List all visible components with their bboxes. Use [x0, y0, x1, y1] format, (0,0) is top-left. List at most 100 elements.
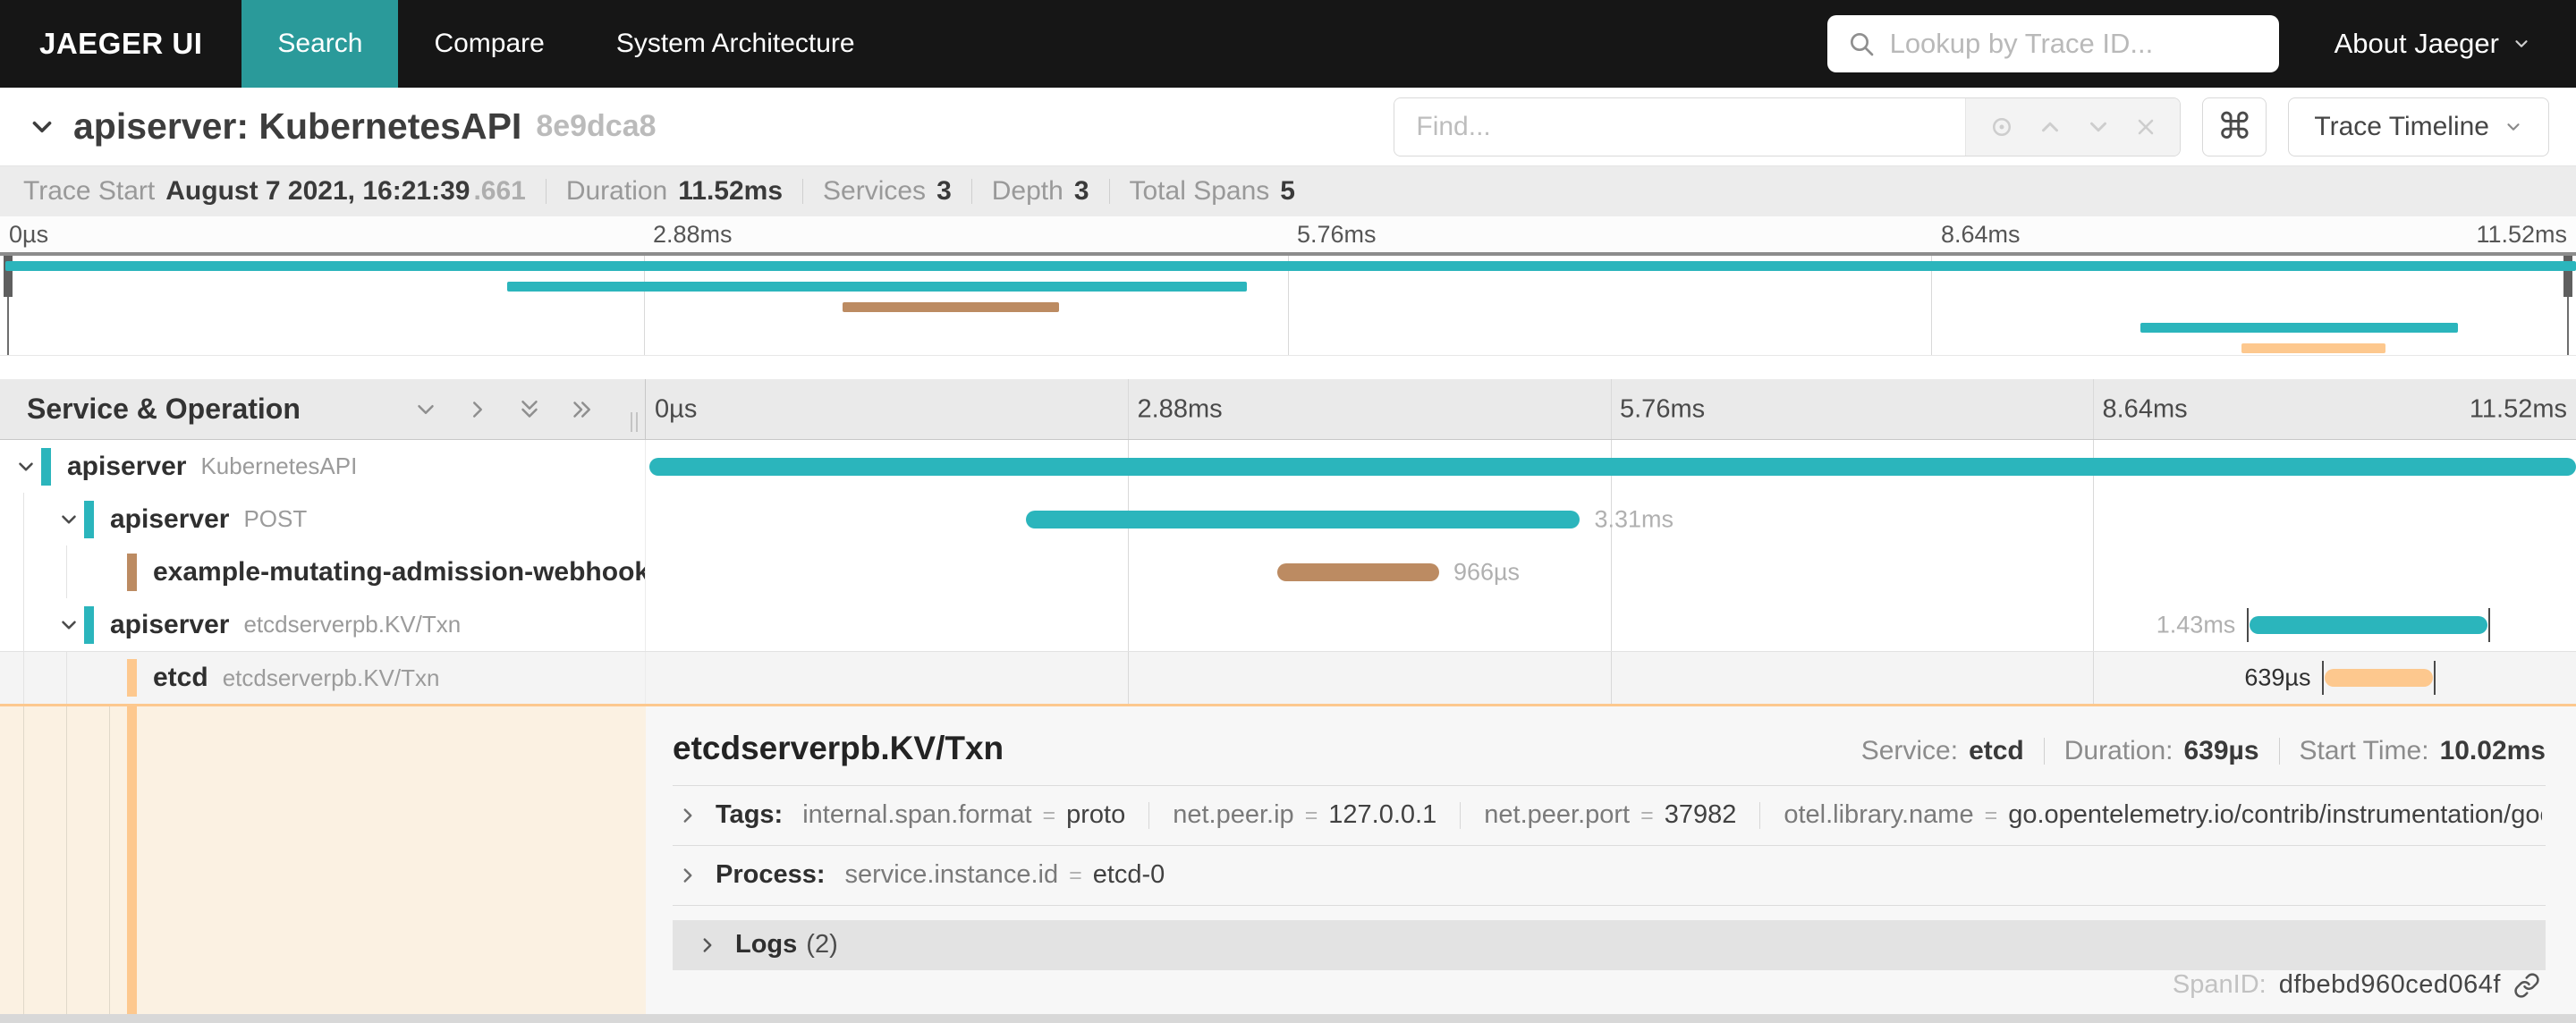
- span-timeline-cell: 1.43ms: [646, 598, 2576, 651]
- span-service-name: example-mutating-admission-webhook...: [153, 556, 646, 587]
- expand-all-icon[interactable]: [516, 396, 543, 423]
- span-service-name: etcd: [153, 663, 208, 692]
- trace-lookup-box[interactable]: [1826, 15, 2279, 72]
- chevron-right-icon: [696, 934, 719, 957]
- summary-item: Duration 11.52ms: [566, 176, 783, 207]
- tree-guide-line: [23, 545, 24, 598]
- detail-meta-label: Service:: [1860, 736, 1959, 765]
- expand-one-icon[interactable]: [412, 396, 439, 423]
- kv-value: go.opentelemetry.io/contrib/instrumentat…: [2008, 800, 2542, 830]
- minimap-canvas[interactable]: [0, 252, 2576, 356]
- tree-guide-line: [23, 706, 24, 1014]
- caret-down-icon: [2512, 34, 2531, 54]
- detail-meta: Service: etcd Duration: 639µs Start Time: 10.…: [1861, 736, 2546, 766]
- span-collapse-chevron-icon[interactable]: [11, 455, 41, 478]
- span-row[interactable]: apiserver etcdserverpb.KV/Txn 1.43ms: [0, 598, 2576, 651]
- prev-result-icon[interactable]: [2037, 114, 2063, 140]
- trace-header-controls: ⌘ Trace Timeline: [1394, 97, 2549, 156]
- span-bar[interactable]: [2250, 615, 2487, 634]
- collapse-one-icon[interactable]: [464, 396, 491, 423]
- span-duration-label: 966µs: [1453, 558, 1521, 585]
- clear-find-icon[interactable]: [2133, 114, 2158, 140]
- kv-key: net.peer.port: [1484, 800, 1631, 830]
- detail-meta-item: Service: etcd: [1861, 736, 2024, 766]
- axis-tick: 8.64ms: [2102, 394, 2188, 423]
- find-input[interactable]: [1394, 97, 1966, 156]
- logs-label: Logs: [735, 930, 798, 960]
- bottom-scrollbar-track[interactable]: [0, 1014, 2576, 1023]
- summary-item-label: Trace Start: [23, 176, 156, 206]
- summary-bar: Trace Start August 7 2021, 16:21:39.661 Du…: [0, 166, 2576, 216]
- trace-view-selector[interactable]: Trace Timeline: [2288, 97, 2549, 156]
- kv-equals: =: [1640, 803, 1654, 829]
- tree-guide-line: [23, 652, 24, 704]
- tags-accordion[interactable]: Tags: internal.span.format = proto net.peer…: [673, 786, 2546, 846]
- process-label: Process:: [716, 860, 826, 890]
- keyboard-shortcuts-button[interactable]: ⌘: [2202, 97, 2267, 156]
- tags-list: internal.span.format = proto net.peer.ip = 12…: [802, 800, 2542, 830]
- selected-span-color-bar: [127, 706, 137, 1014]
- summary-item-value: 11.52ms: [678, 176, 784, 206]
- axis-tick: 8.64ms: [1941, 221, 2021, 248]
- span-timeline-cell: 3.31ms: [646, 493, 2576, 545]
- column-resizer-handle[interactable]: [631, 412, 638, 432]
- span-id-label: SpanID:: [2172, 970, 2267, 999]
- summary-item: Total Spans 5: [1130, 176, 1295, 207]
- tree-guide-line: [23, 598, 24, 651]
- minimap-span-bar: [2140, 323, 2458, 333]
- detail-meta-value: etcd: [1969, 736, 2024, 765]
- tree-guide-line: [23, 493, 24, 545]
- find-group: [1394, 97, 2182, 156]
- about-jaeger-menu[interactable]: About Jaeger: [2334, 0, 2576, 88]
- minimap-span-bar: [4, 261, 2576, 271]
- axis-tick: 11.52ms: [2469, 394, 2567, 423]
- span-name-cell: example-mutating-admission-webhook...: [0, 545, 646, 598]
- timeline-header-left: Service & Operation: [0, 379, 646, 439]
- axis-tick: 5.76ms: [1620, 394, 1706, 423]
- span-detail-section: etcdserverpb.KV/Txn Service: etcd Duration…: [0, 704, 2576, 1014]
- match-locate-icon[interactable]: [1988, 114, 2015, 140]
- summary-item: Trace Start August 7 2021, 16:21:39.661: [23, 176, 526, 207]
- app-logo[interactable]: JAEGER UI: [0, 0, 242, 88]
- span-bar[interactable]: [1276, 562, 1439, 581]
- span-bar[interactable]: [649, 457, 2576, 476]
- span-bar[interactable]: [1026, 510, 1580, 528]
- span-bar[interactable]: [2325, 669, 2434, 687]
- deep-link-icon[interactable]: [2513, 972, 2540, 999]
- span-row[interactable]: apiserver POST 3.31ms: [0, 493, 2576, 545]
- nav-tab-system-architecture[interactable]: System Architecture: [580, 0, 891, 88]
- span-bar-start-tick: [2247, 607, 2250, 642]
- nav-tab-search[interactable]: Search: [242, 0, 399, 88]
- next-result-icon[interactable]: [2085, 114, 2112, 140]
- span-collapse-chevron-icon[interactable]: [54, 613, 84, 637]
- span-color-bar: [127, 659, 137, 697]
- kv-equals: =: [1042, 803, 1056, 829]
- kv-item: net.peer.port = 37982: [1484, 800, 1736, 830]
- tree-guide-line: [66, 706, 67, 1014]
- detail-meta-value: 639µs: [2183, 736, 2259, 765]
- span-bar-start-tick: [2322, 661, 2325, 695]
- span-row[interactable]: apiserver KubernetesAPI: [0, 440, 2576, 493]
- span-row[interactable]: example-mutating-admission-webhook... 966…: [0, 545, 2576, 598]
- summary-item-label: Duration: [565, 176, 668, 206]
- span-name-cell: apiserver POST: [0, 493, 646, 545]
- kv-item: service.instance.id = etcd-0: [845, 860, 1165, 890]
- span-row[interactable]: etcd etcdserverpb.KV/Txn 639µs: [0, 651, 2576, 704]
- logs-accordion[interactable]: Logs (2): [673, 919, 2546, 970]
- summary-item-value: August 7 2021, 16:21:39: [165, 176, 470, 206]
- span-name-cell: apiserver etcdserverpb.KV/Txn: [0, 598, 646, 651]
- process-accordion[interactable]: Process: service.instance.id = etcd-0: [673, 846, 2546, 906]
- expand-collapse-controls: [412, 396, 645, 423]
- span-color-bar: [127, 553, 137, 591]
- span-duration-label: 3.31ms: [1594, 505, 1674, 532]
- nav-tab-compare[interactable]: Compare: [398, 0, 580, 88]
- collapse-trace-chevron-icon[interactable]: [27, 112, 57, 142]
- trace-lookup-input[interactable]: [1889, 28, 2259, 60]
- span-collapse-chevron-icon[interactable]: [54, 508, 84, 531]
- span-timeline-cell: [646, 440, 2576, 493]
- collapse-all-icon[interactable]: [568, 396, 595, 423]
- summary-item-suffix: .661: [473, 176, 526, 206]
- chevron-right-icon: [676, 804, 699, 827]
- summary-item-label: Services: [823, 176, 927, 206]
